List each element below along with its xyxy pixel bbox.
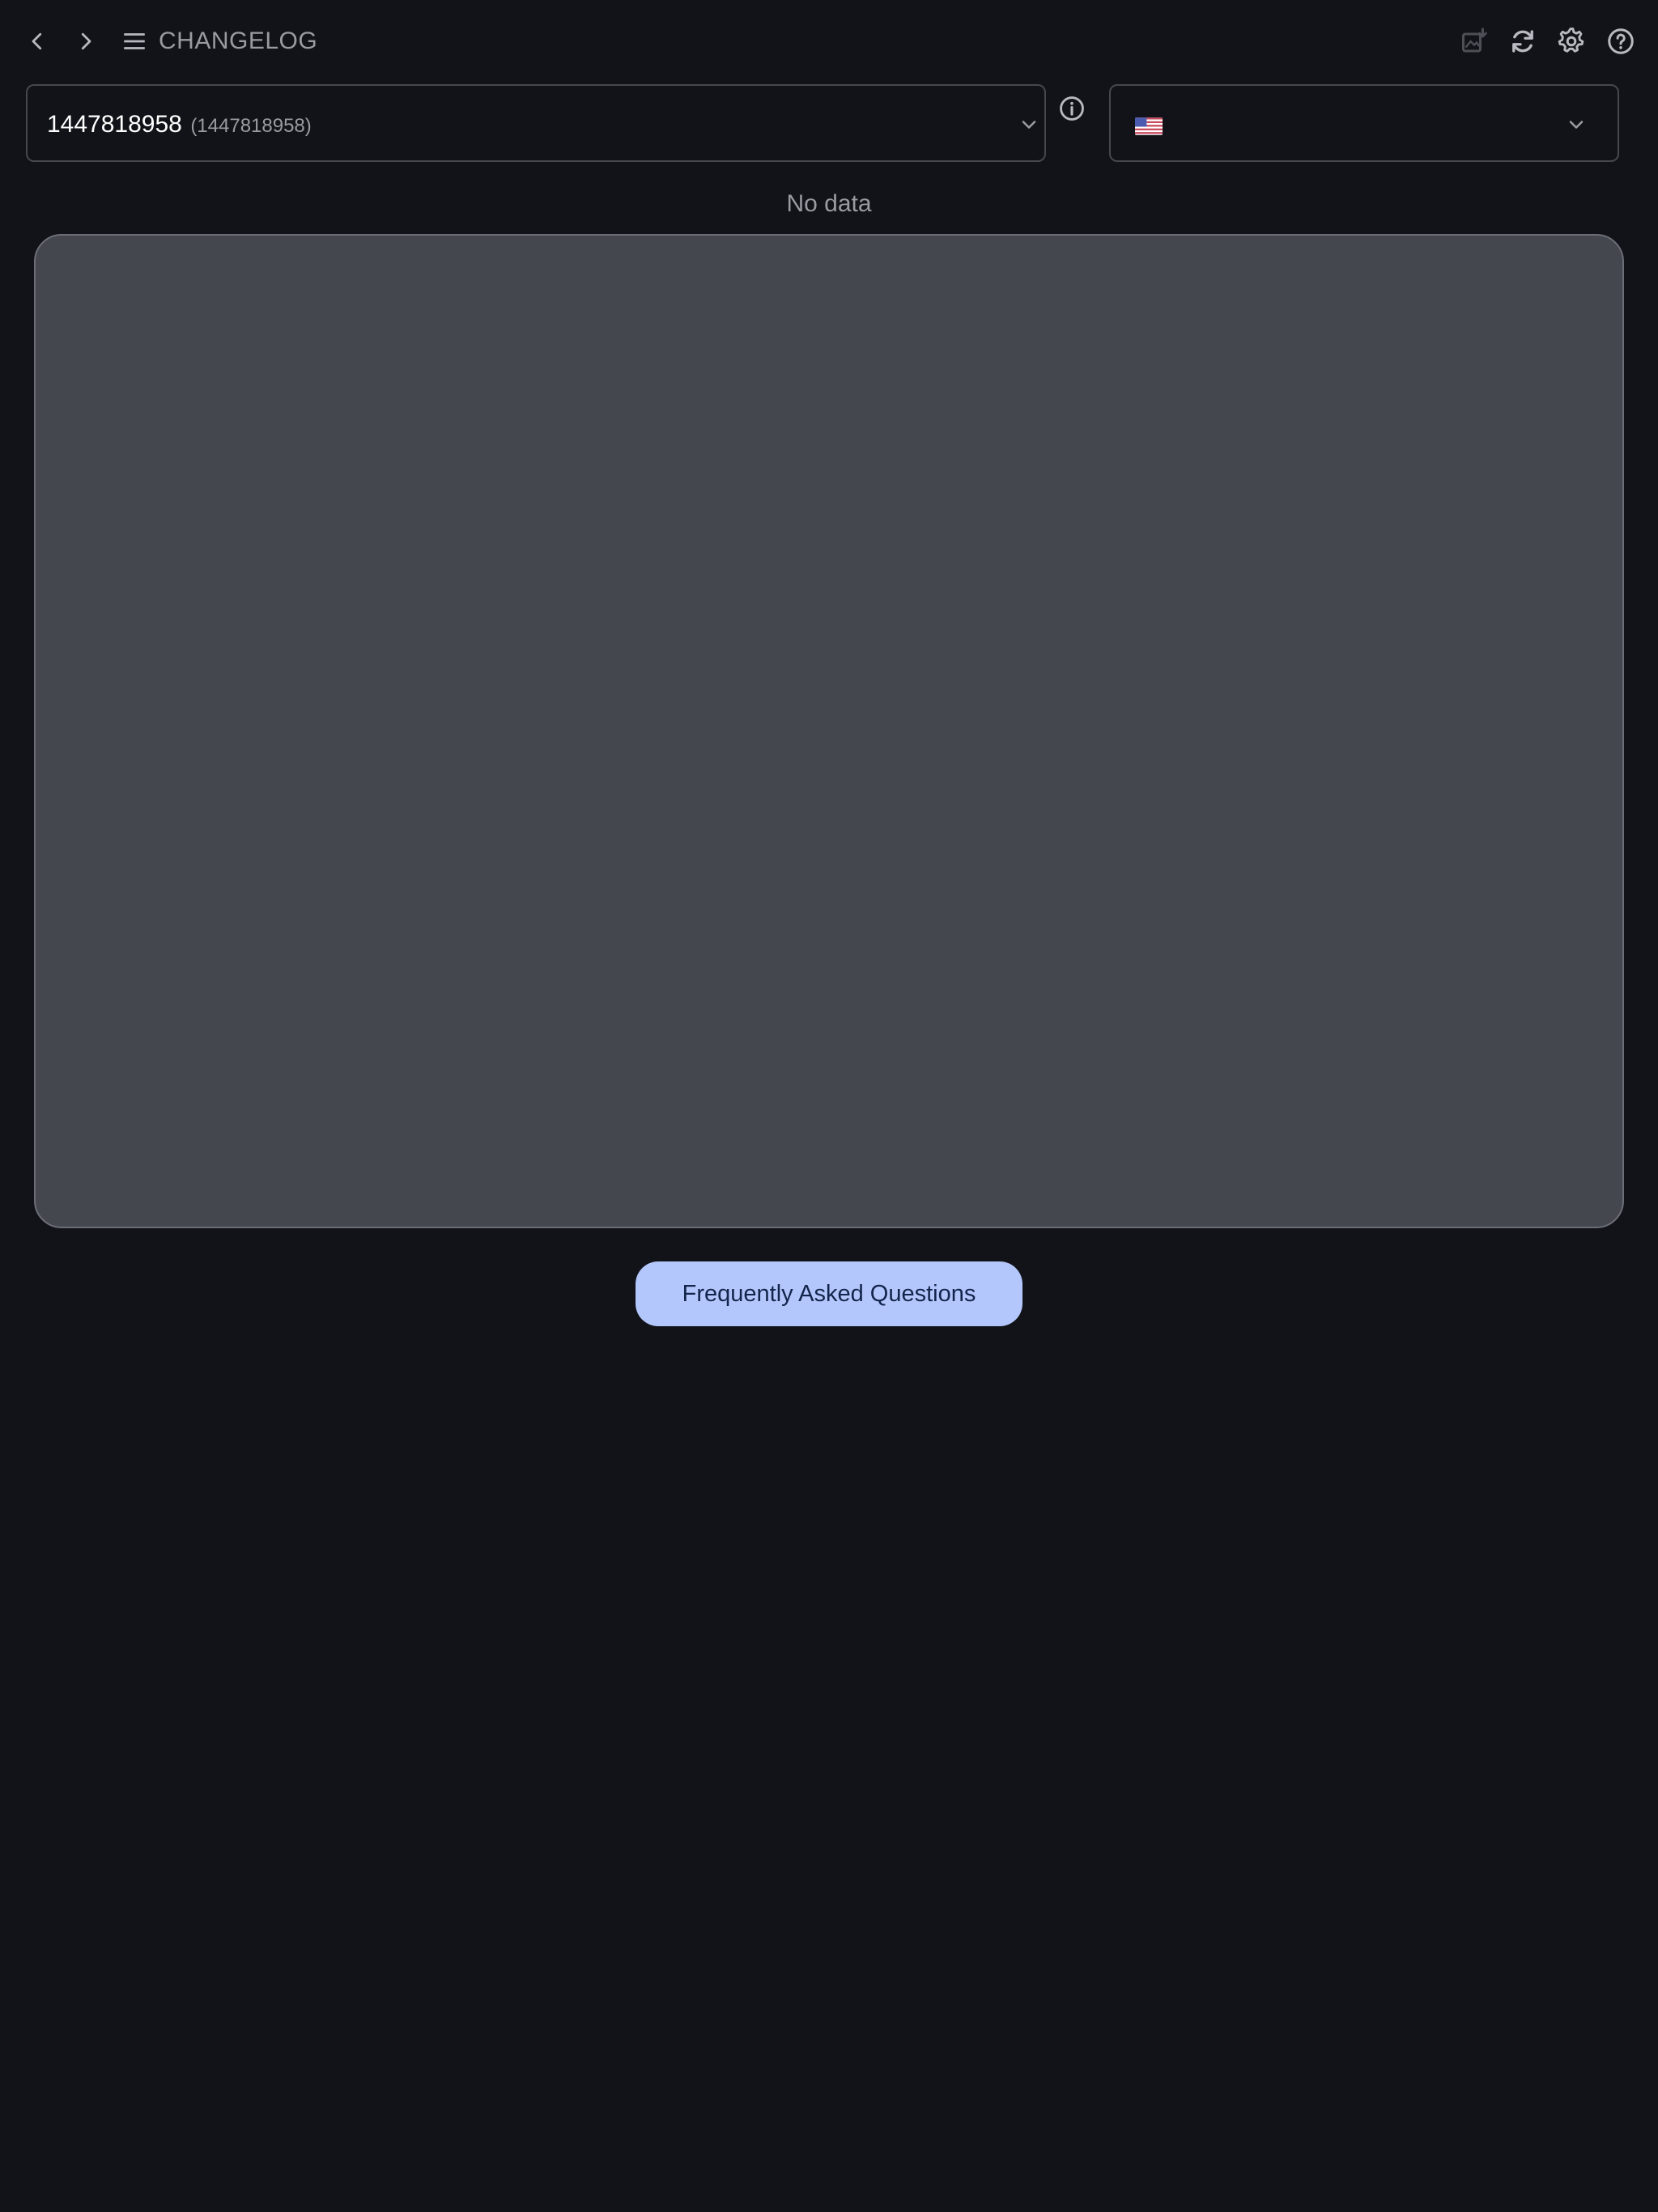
info-button[interactable] [1048, 84, 1096, 133]
info-circle-icon [1060, 96, 1084, 121]
forward-button[interactable] [63, 19, 108, 64]
app-id: 1447818958 [47, 111, 182, 138]
help-circle-icon [1608, 28, 1634, 54]
image-export-icon [1462, 28, 1487, 53]
app-page: CHANGELOG 1447818958 (1447818958) No dat… [0, 0, 1658, 2212]
country-select[interactable] [1109, 84, 1619, 162]
chevron-down-icon [1022, 121, 1036, 129]
chevron-down-icon [1569, 121, 1584, 129]
gear-icon [1558, 28, 1584, 53]
help-button[interactable] [1598, 19, 1643, 64]
settings-button[interactable] [1549, 19, 1594, 64]
top-app-bar: CHANGELOG [0, 0, 1658, 83]
chevron-right-icon [81, 32, 91, 50]
refresh-button[interactable] [1500, 19, 1545, 64]
chevron-left-icon [32, 32, 42, 50]
menu-button[interactable] [112, 19, 157, 64]
back-button[interactable] [15, 19, 60, 64]
no-data-message: No data [786, 190, 872, 217]
app-select[interactable]: 1447818958 (1447818958) [26, 84, 1046, 162]
export-image-button[interactable] [1452, 19, 1497, 64]
changelog-content-panel [34, 234, 1624, 1228]
faq-button[interactable]: Frequently Asked Questions [636, 1261, 1022, 1326]
app-title: CHANGELOG [159, 28, 318, 54]
app-select-value: 1447818958 (1447818958) [47, 108, 312, 145]
hamburger-menu-icon [124, 33, 145, 49]
app-id-secondary: (1447818958) [190, 115, 312, 137]
refresh-icon [1512, 30, 1533, 53]
us-flag-icon [1135, 117, 1163, 135]
